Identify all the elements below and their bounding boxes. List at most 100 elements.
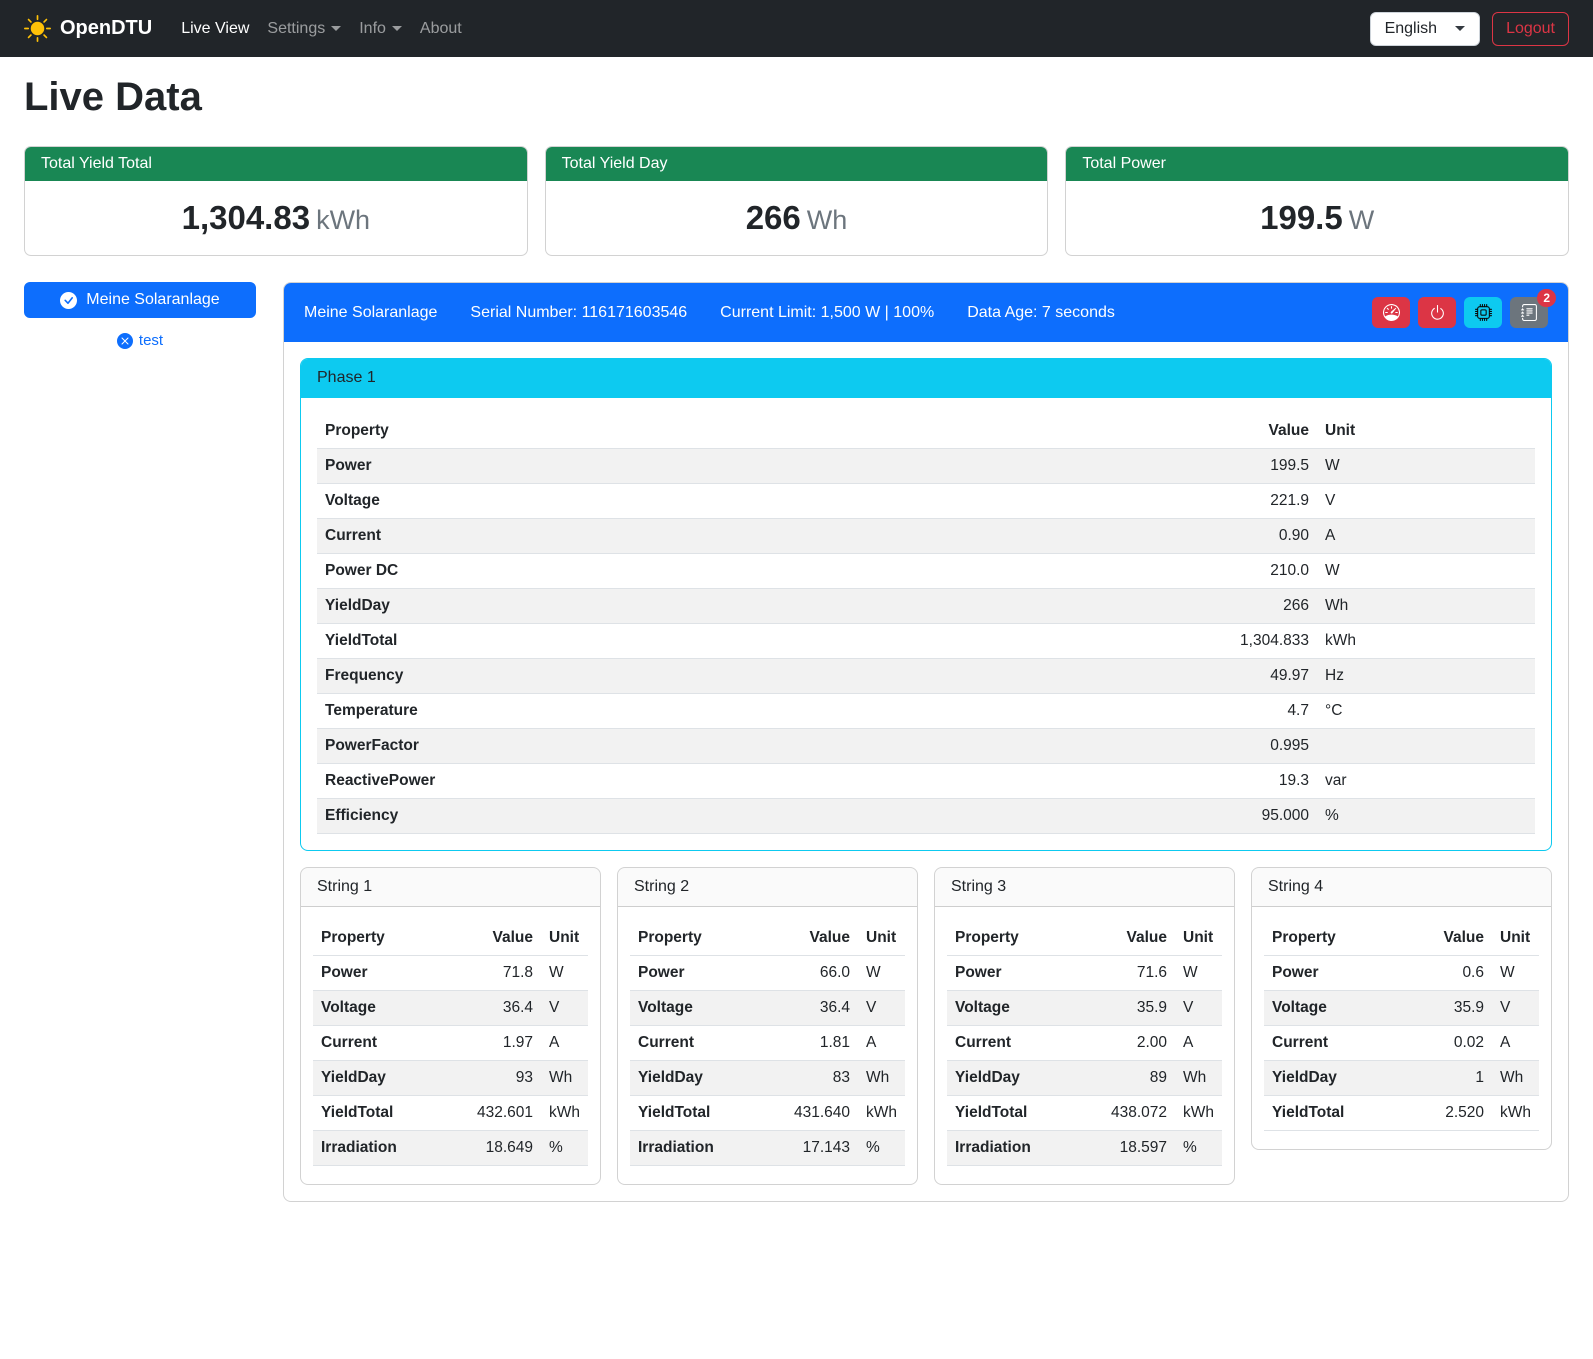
string-1-title: String 1 — [301, 868, 600, 907]
nav-about[interactable]: About — [411, 12, 471, 46]
device-info-button[interactable] — [1464, 297, 1502, 328]
limit-settings-button[interactable] — [1372, 297, 1410, 328]
total-power-unit: W — [1349, 205, 1374, 235]
chevron-down-icon — [392, 26, 402, 31]
card-total-yield-day-body: 266Wh — [546, 181, 1048, 255]
event-log-button[interactable]: 2 — [1510, 297, 1548, 328]
row-property: YieldDay — [947, 1061, 1095, 1096]
row-unit: A — [858, 1026, 905, 1061]
table-row: Power 199.5 W — [317, 449, 1535, 484]
row-value: 18.649 — [461, 1131, 541, 1166]
table-row: ReactivePower 19.3 var — [317, 764, 1535, 799]
row-unit: kWh — [1317, 624, 1535, 659]
row-unit: Wh — [858, 1061, 905, 1096]
row-property: Current — [947, 1026, 1095, 1061]
table-row: YieldTotal 438.072 kWh — [947, 1096, 1222, 1131]
nav-settings[interactable]: Settings — [258, 12, 350, 46]
power-button[interactable] — [1418, 297, 1456, 328]
speedometer-icon — [1383, 304, 1400, 321]
row-value: 35.9 — [1095, 991, 1175, 1026]
cpu-icon — [1475, 304, 1492, 321]
row-unit: W — [1317, 554, 1535, 589]
row-value: 17.143 — [778, 1131, 858, 1166]
row-property: Power — [313, 956, 461, 991]
row-value: 19.3 — [1177, 764, 1317, 799]
col-header-unit: Unit — [1492, 921, 1539, 956]
check-circle-icon — [60, 292, 77, 309]
string-1-table: Property Value Unit Power — [313, 921, 588, 1166]
card-total-yield-day-title: Total Yield Day — [546, 147, 1048, 181]
total-power-value: 199.5 — [1260, 199, 1343, 236]
sidebar-item-test-label: test — [139, 332, 163, 349]
nav-info[interactable]: Info — [350, 12, 411, 46]
sidebar-item-inverter-label: Meine Solaranlage — [86, 291, 219, 309]
string-2-title: String 2 — [618, 868, 917, 907]
row-property: Current — [1264, 1026, 1412, 1061]
row-property: YieldTotal — [947, 1096, 1095, 1131]
row-property: Voltage — [313, 991, 461, 1026]
row-value: 199.5 — [1177, 449, 1317, 484]
col-header-value: Value — [1177, 414, 1317, 449]
row-property: ReactivePower — [317, 764, 1177, 799]
card-total-power-body: 199.5W — [1066, 181, 1568, 255]
table-row: Voltage 35.9 V — [947, 991, 1222, 1026]
row-unit: % — [1317, 799, 1535, 834]
row-value: 66.0 — [778, 956, 858, 991]
row-unit: % — [1175, 1131, 1222, 1166]
language-select[interactable]: English — [1370, 12, 1480, 46]
row-value: 36.4 — [461, 991, 541, 1026]
nav-live-view-label: Live View — [181, 20, 249, 38]
col-header-unit: Unit — [858, 921, 905, 956]
journal-icon — [1521, 304, 1538, 321]
row-value: 0.6 — [1412, 956, 1492, 991]
string-4-body: Property Value Unit Power — [1252, 907, 1551, 1149]
nav-live-view[interactable]: Live View — [172, 12, 258, 46]
row-unit: var — [1317, 764, 1535, 799]
row-property: YieldDay — [1264, 1061, 1412, 1096]
row-property: Voltage — [317, 484, 1177, 519]
row-unit: Wh — [541, 1061, 588, 1096]
total-yield-total-unit: kWh — [316, 205, 370, 235]
table-row: Power 0.6 W — [1264, 956, 1539, 991]
sidebar-item-test[interactable]: test — [24, 332, 256, 349]
row-property: Power — [630, 956, 778, 991]
brand[interactable]: OpenDTU — [24, 15, 152, 42]
table-header-row: Property Value Unit — [947, 921, 1222, 956]
row-value: 83 — [778, 1061, 858, 1096]
row-unit: W — [1317, 449, 1535, 484]
col-header-property: Property — [1264, 921, 1412, 956]
row-value: 49.97 — [1177, 659, 1317, 694]
row-unit: A — [1317, 519, 1535, 554]
brand-label: OpenDTU — [60, 17, 152, 40]
phase-table: Property Value Unit Power — [317, 414, 1535, 834]
row-value: 93 — [461, 1061, 541, 1096]
page-title: Live Data — [24, 75, 1569, 120]
sidebar-item-inverter[interactable]: Meine Solaranlage — [24, 282, 256, 318]
string-3-card: String 3 Property Value Unit — [934, 867, 1235, 1185]
row-property: Irradiation — [313, 1131, 461, 1166]
power-icon — [1429, 304, 1446, 321]
string-3-table: Property Value Unit Power — [947, 921, 1222, 1166]
event-count-badge: 2 — [1537, 289, 1556, 307]
row-unit: V — [1492, 991, 1539, 1026]
table-header-row: Property Value Unit — [630, 921, 905, 956]
table-header-row: Property Value Unit — [313, 921, 588, 956]
language-select-value: English — [1385, 20, 1437, 38]
row-property: Current — [317, 519, 1177, 554]
string-1-body: Property Value Unit Power — [301, 907, 600, 1184]
table-row: Irradiation 18.597 % — [947, 1131, 1222, 1166]
table-row: YieldTotal 1,304.833 kWh — [317, 624, 1535, 659]
row-property: Irradiation — [630, 1131, 778, 1166]
table-row: PowerFactor 0.995 — [317, 729, 1535, 764]
row-unit: % — [541, 1131, 588, 1166]
card-total-yield-day: Total Yield Day 266Wh — [545, 146, 1049, 256]
string-3-title: String 3 — [935, 868, 1234, 907]
row-unit: kWh — [858, 1096, 905, 1131]
table-header-row: Property Value Unit — [317, 414, 1535, 449]
table-row: Efficiency 95.000 % — [317, 799, 1535, 834]
row-property: YieldDay — [313, 1061, 461, 1096]
row-unit: V — [858, 991, 905, 1026]
logout-button[interactable]: Logout — [1492, 12, 1569, 46]
row-value: 432.601 — [461, 1096, 541, 1131]
string-2-body: Property Value Unit Power — [618, 907, 917, 1184]
